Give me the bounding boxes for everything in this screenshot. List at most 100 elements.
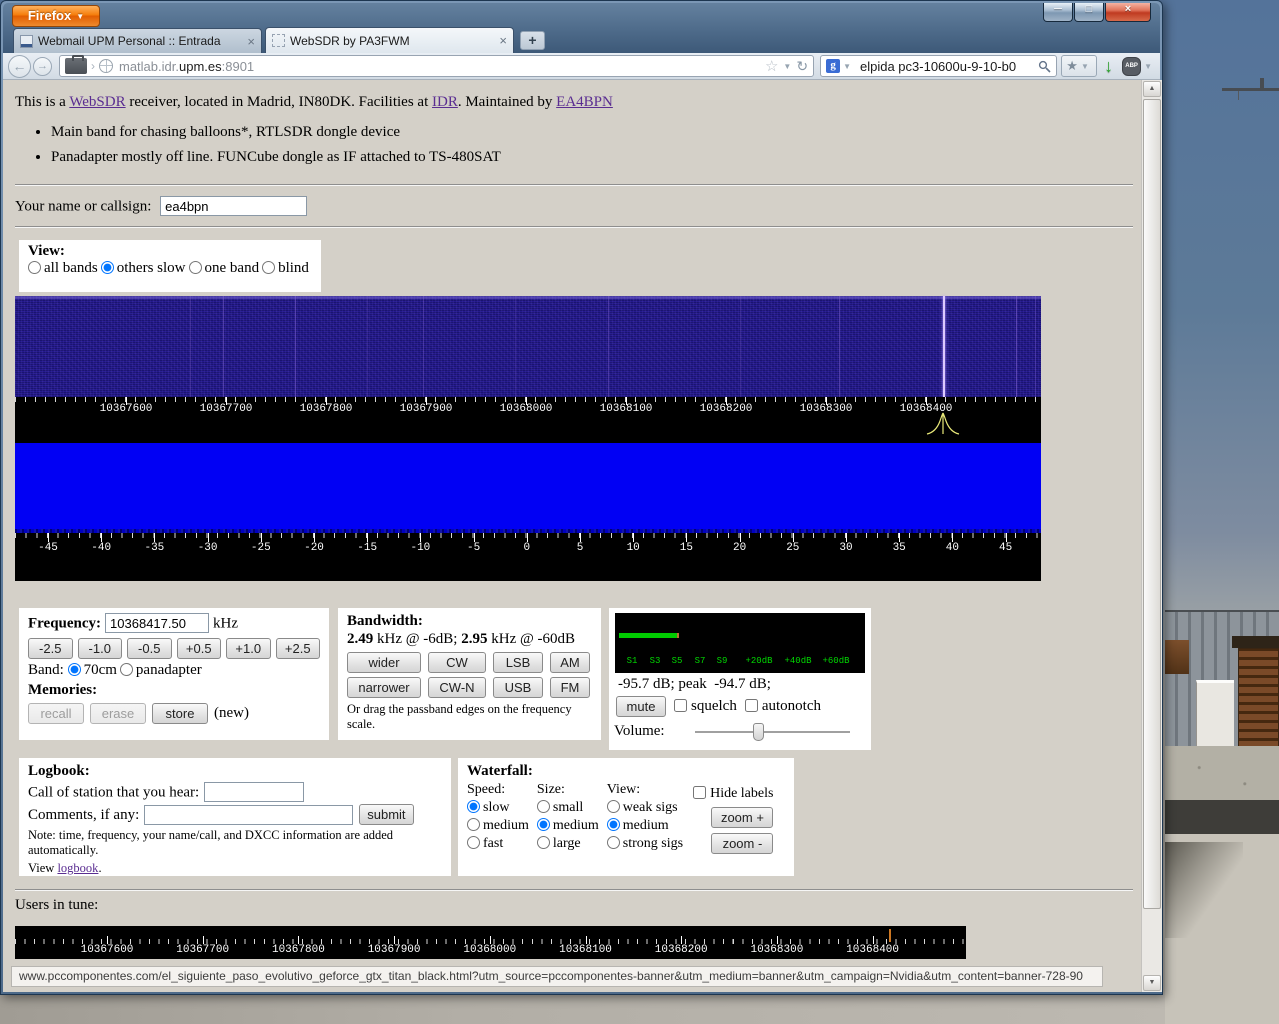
hide-labels-checkbox[interactable]	[693, 786, 706, 799]
step-button-+1.0[interactable]: +1.0	[226, 638, 271, 659]
wf-radio[interactable]	[607, 818, 620, 831]
view-radio[interactable]	[28, 261, 41, 274]
google-icon[interactable]: g	[826, 59, 840, 73]
mode-button-am[interactable]: AM	[550, 652, 590, 673]
back-button[interactable]: ←	[8, 55, 31, 78]
view-radio[interactable]	[189, 261, 202, 274]
view-radio[interactable]	[101, 261, 114, 274]
intro-link-ea4bpn[interactable]: EA4BPN	[556, 94, 613, 110]
frequency-input[interactable]	[105, 613, 209, 633]
minimize-button[interactable]: ─	[1043, 3, 1073, 22]
maximize-button[interactable]: □	[1074, 3, 1104, 22]
step-button-+2.5[interactable]: +2.5	[276, 638, 321, 659]
search-engine-dropdown-icon[interactable]: ▼	[843, 62, 851, 71]
band-radio[interactable]	[120, 663, 133, 676]
site-identity-icon[interactable]	[65, 58, 87, 74]
search-bar[interactable]: g ▼	[820, 55, 1057, 77]
intro-link-idr[interactable]: IDR	[432, 94, 458, 110]
frequency-scale[interactable]: 1036760010367700103678001036790010368000…	[15, 397, 1041, 443]
scroll-down-arrow[interactable]: ▼	[1143, 975, 1161, 991]
view-option-all-bands[interactable]: all bands	[28, 260, 98, 276]
mode-button-fm[interactable]: FM	[550, 677, 590, 698]
squelch-checkbox-label[interactable]: squelch	[674, 698, 737, 715]
autonotch-checkbox-label[interactable]: autonotch	[745, 698, 821, 715]
wf-option-medium[interactable]: medium	[607, 818, 683, 834]
wf-radio[interactable]	[467, 836, 480, 849]
comments-input[interactable]	[144, 805, 353, 825]
view-option-one-band[interactable]: one band	[189, 260, 260, 276]
erase-button[interactable]: erase	[90, 703, 146, 724]
zoom-out-button[interactable]: zoom -	[711, 833, 773, 854]
volume-slider[interactable]	[695, 731, 850, 733]
squelch-checkbox[interactable]	[674, 699, 687, 712]
bookmarks-button[interactable]: ★▼	[1061, 55, 1097, 77]
view-option-others-slow[interactable]: others slow	[101, 260, 186, 276]
volume-slider-thumb[interactable]	[753, 723, 764, 741]
offset-scale[interactable]: -45-40-35-30-25-20-15-10-505101520253035…	[15, 533, 1041, 581]
band-radio[interactable]	[68, 663, 81, 676]
mode-button-cw[interactable]: CW	[428, 652, 486, 673]
new-tab-button[interactable]: +	[520, 31, 545, 50]
waterfall-main[interactable]	[15, 296, 1041, 397]
close-button[interactable]: ×	[1105, 3, 1151, 22]
step-button--2.5[interactable]: -2.5	[28, 638, 73, 659]
wf-radio[interactable]	[607, 836, 620, 849]
wf-option-weak-sigs[interactable]: weak sigs	[607, 800, 683, 816]
title-bar[interactable]: Firefox▼ ─ □ × Webmail UPM Personal :: E…	[3, 3, 1160, 53]
step-button--1.0[interactable]: -1.0	[78, 638, 123, 659]
scrollbar-thumb[interactable]	[1143, 99, 1161, 909]
tab-close-icon[interactable]: ×	[247, 35, 255, 48]
wf-option-small[interactable]: small	[537, 800, 599, 816]
band-option-panadapter[interactable]: panadapter	[120, 662, 202, 678]
intro-link-websdr[interactable]: WebSDR	[69, 94, 125, 110]
callsign-input[interactable]	[160, 196, 307, 216]
tab-close-icon[interactable]: ×	[499, 34, 507, 47]
mode-button-lsb[interactable]: LSB	[493, 652, 543, 673]
band-option-70cm[interactable]: 70cm	[68, 662, 117, 678]
wf-option-strong-sigs[interactable]: strong sigs	[607, 836, 683, 852]
browser-tab[interactable]: Webmail UPM Personal :: Entrada×	[13, 28, 262, 53]
browser-tab-active[interactable]: WebSDR by PA3FWM×	[265, 27, 514, 53]
wf-radio[interactable]	[537, 818, 550, 831]
mode-button-usb[interactable]: USB	[493, 677, 543, 698]
mode-button-narrower[interactable]: narrower	[347, 677, 421, 698]
recall-button[interactable]: recall	[28, 703, 84, 724]
mute-button[interactable]: mute	[616, 696, 666, 717]
mode-button-cw-n[interactable]: CW-N	[428, 677, 486, 698]
url-dropdown-icon[interactable]: ▼	[783, 62, 791, 71]
waterfall-panadapter[interactable]	[15, 443, 1041, 533]
wf-radio[interactable]	[467, 800, 480, 813]
url-bar[interactable]: › matlab.idr.upm.es:8901 ☆ ▼ ↻	[59, 55, 814, 77]
mode-button-wider[interactable]: wider	[347, 652, 421, 673]
passband-marker-icon[interactable]	[926, 412, 962, 436]
step-button--0.5[interactable]: -0.5	[127, 638, 172, 659]
wf-radio[interactable]	[607, 800, 620, 813]
hide-labels-checkbox-label[interactable]: Hide labels	[693, 786, 773, 802]
zoom-in-button[interactable]: zoom +	[711, 807, 773, 828]
firefox-menu-button[interactable]: Firefox▼	[12, 5, 100, 27]
search-icon[interactable]	[1038, 60, 1051, 73]
search-input[interactable]	[858, 58, 1038, 75]
submit-button[interactable]: submit	[359, 804, 413, 825]
call-input[interactable]	[204, 782, 304, 802]
scroll-up-arrow[interactable]: ▲	[1143, 81, 1161, 97]
wf-option-slow[interactable]: slow	[467, 800, 529, 816]
logbook-link[interactable]: logbook	[57, 861, 98, 875]
forward-button[interactable]: →	[33, 57, 52, 76]
view-radio[interactable]	[262, 261, 275, 274]
vertical-scrollbar[interactable]: ▲ ▼	[1141, 80, 1162, 992]
wf-radio[interactable]	[467, 818, 480, 831]
wf-option-fast[interactable]: fast	[467, 836, 529, 852]
spectrum-display[interactable]: 1036760010367700103678001036790010368000…	[15, 296, 1041, 581]
reload-icon[interactable]: ↻	[796, 58, 808, 75]
step-button-+0.5[interactable]: +0.5	[177, 638, 222, 659]
users-in-tune-bar[interactable]: 1036760010367700103678001036790010368000…	[15, 926, 966, 959]
wf-option-medium[interactable]: medium	[537, 818, 599, 834]
wf-option-medium[interactable]: medium	[467, 818, 529, 834]
downloads-icon[interactable]: ↓	[1104, 56, 1113, 77]
view-option-blind[interactable]: blind	[262, 260, 309, 276]
wf-radio[interactable]	[537, 800, 550, 813]
autonotch-checkbox[interactable]	[745, 699, 758, 712]
store-button[interactable]: store	[152, 703, 208, 724]
adblock-button[interactable]: ABP▼	[1122, 57, 1155, 76]
